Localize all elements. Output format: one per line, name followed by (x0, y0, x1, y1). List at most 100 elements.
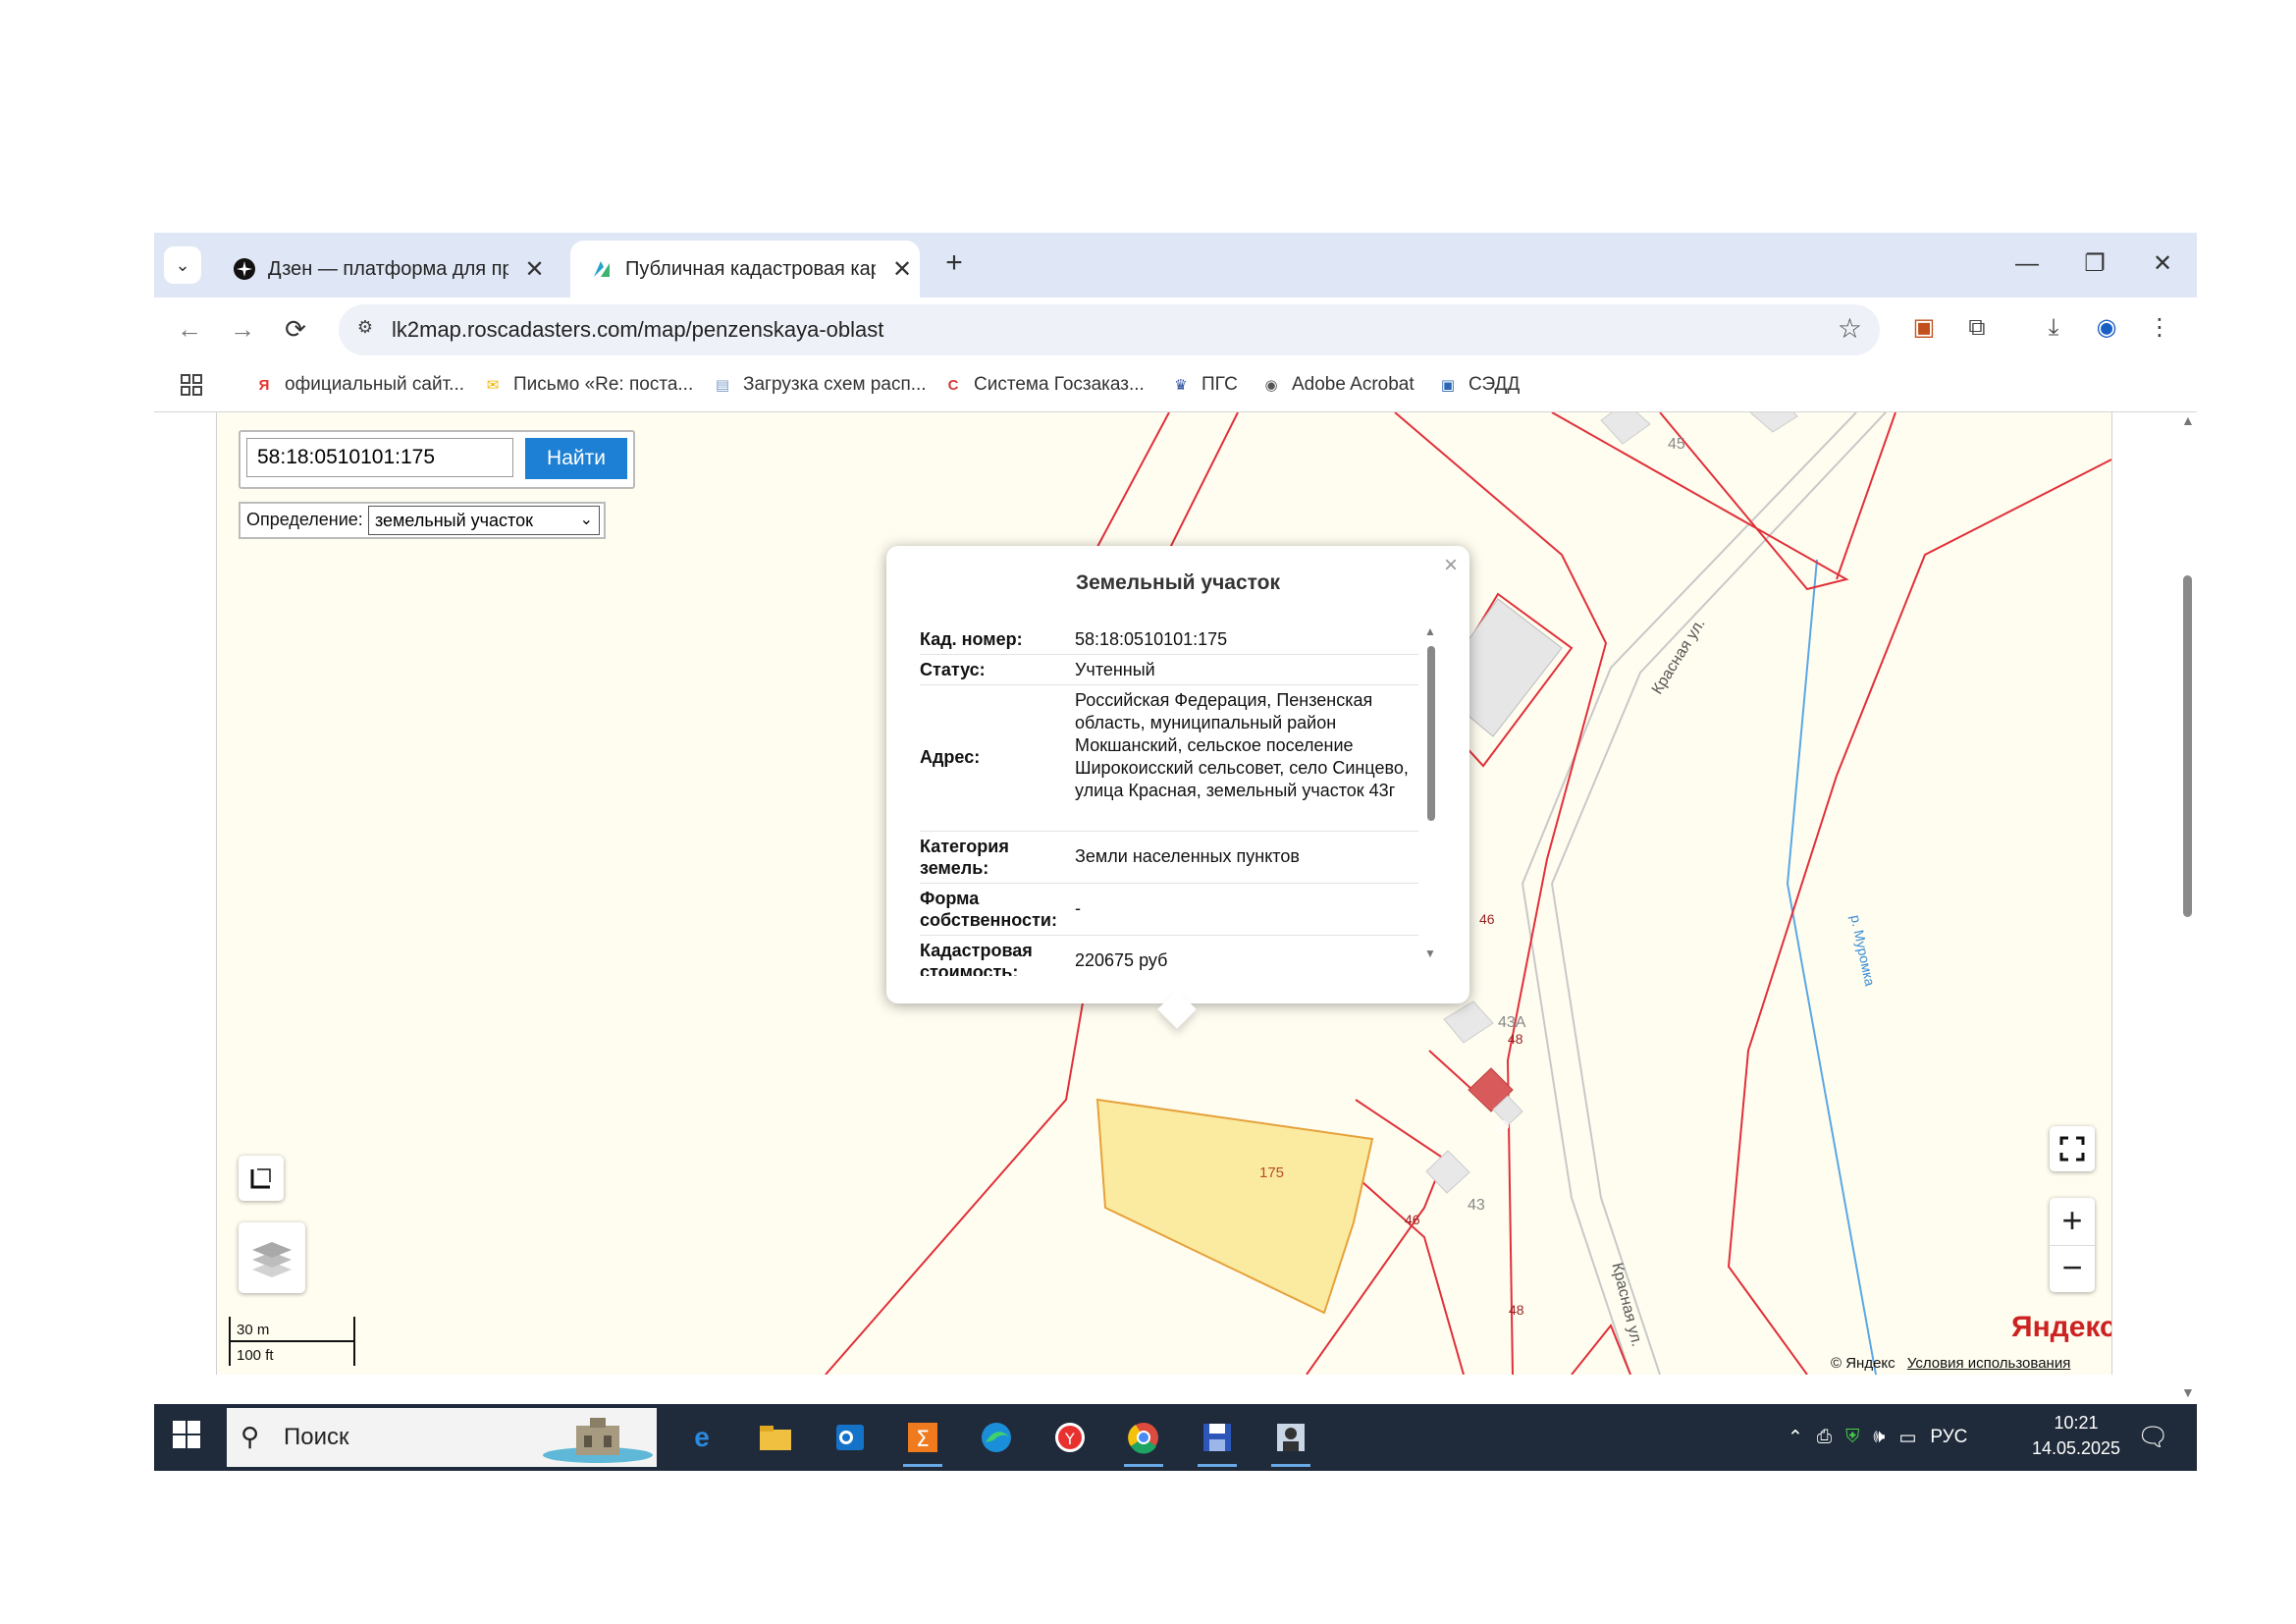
map-copyright: © Яндекс Условия использования (1831, 1355, 2070, 1372)
bookmark-item[interactable]: ◉ Adobe Acrobat (1259, 372, 1414, 398)
terms-link[interactable]: Условия использования (1907, 1355, 2071, 1372)
attribute-value: Земли населенных пунктов (1075, 846, 1300, 866)
taskbar-search[interactable]: ⚲ Поиск (227, 1408, 657, 1467)
emblem-icon: ♛ (1174, 377, 1188, 394)
popup-scroll-thumb[interactable] (1427, 646, 1435, 821)
bookmark-star-icon[interactable]: ☆ (1838, 312, 1862, 345)
bookmark-item[interactable]: ✉ Письмо «Re: поста... (481, 372, 694, 398)
bookmark-item[interactable]: C Система Госзаказ... (941, 372, 1145, 398)
yandex-icon: Я (258, 376, 270, 394)
minimize-button[interactable]: — (2007, 244, 2047, 284)
search-highlight-image (543, 1418, 653, 1463)
cadastral-map[interactable]: 175 46 43А 48 50 46 43 48 45 Красная ул.… (216, 412, 2112, 1375)
meet-now-icon[interactable]: ⎙ (1817, 1427, 1832, 1448)
svg-text:Σ: Σ (916, 1428, 930, 1452)
apps-grid-icon[interactable] (180, 372, 203, 398)
close-tab-icon[interactable]: ✕ (522, 255, 547, 284)
new-tab-button[interactable]: + (934, 246, 974, 280)
back-button[interactable]: ← (172, 311, 207, 347)
scroll-up-icon[interactable]: ▲ (2181, 412, 2195, 428)
bookmarks-bar: Я официальный сайт... ✉ Письмо «Re: пост… (154, 358, 2197, 412)
attribute-key: Форма собственности: (920, 889, 1057, 930)
house-number-label: 48 (1508, 1031, 1523, 1047)
site-settings-icon[interactable]: ⚙ (352, 317, 378, 343)
attribute-value: Российская Федерация, Пензенская область… (1075, 690, 1409, 800)
language-indicator[interactable]: РУС (1930, 1427, 1967, 1448)
definition-select[interactable]: земельный участок ⌄ (368, 506, 600, 535)
close-tab-icon[interactable]: ✕ (889, 255, 915, 284)
tab-cadastre-map[interactable]: Публичная кадастровая карта ✕ (570, 241, 920, 298)
clock[interactable]: 10:21 14.05.2025 (2029, 1410, 2123, 1461)
attribute-key: Адрес: (920, 747, 981, 767)
bookmark-item[interactable]: ▤ Загрузка схем расп... (711, 372, 927, 398)
close-window-button[interactable]: ✕ (2143, 244, 2182, 284)
attribute-row: Категория земель: Земли населенных пункт… (920, 832, 1418, 884)
ie-icon[interactable]: e (678, 1414, 725, 1461)
zoom-out-button[interactable]: − (2050, 1246, 2095, 1293)
popup-scrollbar[interactable]: ▲ ▼ (1424, 624, 1438, 964)
menu-kebab-icon[interactable]: ⋮ (2143, 311, 2176, 345)
layers-button[interactable] (239, 1222, 305, 1293)
volume-icon[interactable]: 🕪 (1873, 1427, 1885, 1448)
windows-start-icon[interactable] (168, 1420, 205, 1457)
bookmark-item[interactable]: ▣ СЭДД (1436, 372, 1520, 398)
edge-icon[interactable] (973, 1414, 1020, 1461)
bookmark-item[interactable]: ♛ ПГС (1169, 372, 1238, 398)
ruler-icon (250, 1168, 271, 1189)
page-scrollbar[interactable]: ▲ ▼ (2178, 412, 2197, 1404)
attribute-row: Форма собственности: - (920, 884, 1418, 936)
scroll-up-icon[interactable]: ▲ (1424, 624, 1436, 638)
save-disk-icon[interactable] (1194, 1414, 1241, 1467)
profile-icon[interactable]: ◉ (2090, 311, 2123, 345)
attribute-row: Кад. номер: 58:18:0510101:175 (920, 624, 1418, 655)
document-icon: ▤ (715, 377, 730, 394)
cadastral-search-input[interactable] (246, 438, 513, 477)
attribute-key: Кад. номер: (920, 629, 1023, 649)
zoom-in-button[interactable]: + (2050, 1198, 2095, 1246)
sigma-app-icon[interactable]: Σ (899, 1414, 946, 1467)
system-tray: ⌃ ⎙ ⛨ 🕪 ▭ РУС (1788, 1422, 1981, 1453)
selected-parcel (1095, 1098, 1374, 1315)
tab-title: Публичная кадастровая карта (625, 257, 876, 280)
search-panel: Найти (239, 430, 635, 489)
outlook-icon[interactable] (826, 1414, 873, 1461)
house-number-label: 48 (1509, 1302, 1524, 1318)
network-icon[interactable]: ▭ (1898, 1427, 1916, 1449)
attribute-row: Кадастровая стоимость: 220675 руб (920, 936, 1418, 976)
zoom-control: + − (2050, 1198, 2095, 1292)
restore-button[interactable]: ❐ (2075, 244, 2114, 284)
ruler-button[interactable] (239, 1156, 284, 1201)
copyright-text: © Яндекс (1831, 1355, 1896, 1372)
address-bar[interactable]: ⚙ lk2map.roscadasters.com/map/penzenskay… (339, 304, 1880, 355)
user-app-icon[interactable] (1267, 1414, 1314, 1467)
reload-button[interactable]: ⟳ (278, 311, 313, 347)
attribute-value: - (1075, 898, 1081, 918)
browser-toolbar: ← → ⟳ ⚙ lk2map.roscadasters.com/map/penz… (154, 298, 2197, 358)
notifications-icon[interactable]: 🗨 (2137, 1422, 2169, 1452)
yandex-browser-icon[interactable]: Y (1046, 1414, 1094, 1461)
extension-icon[interactable]: ▣ (1907, 311, 1941, 345)
scroll-down-icon[interactable]: ▼ (2181, 1384, 2195, 1400)
find-button[interactable]: Найти (525, 438, 627, 479)
url-text[interactable]: lk2map.roscadasters.com/map/penzenskaya-… (392, 317, 883, 343)
house-number-label: 43 (1468, 1197, 1485, 1214)
chrome-icon[interactable] (1120, 1414, 1167, 1467)
file-explorer-icon[interactable] (752, 1414, 799, 1461)
clock-date: 14.05.2025 (2031, 1438, 2121, 1458)
chevron-up-icon[interactable]: ⌃ (1788, 1427, 1803, 1449)
road (1521, 412, 1887, 1375)
fullscreen-button[interactable] (2050, 1126, 2095, 1171)
forward-button[interactable]: → (225, 311, 260, 347)
security-shield-icon[interactable]: ⛨ (1845, 1427, 1859, 1448)
tab-search-button[interactable]: ⌄ (164, 246, 201, 284)
house-number-label: 46 (1479, 911, 1495, 927)
extensions-puzzle-icon[interactable]: ⧉ (1960, 311, 1994, 345)
scroll-down-icon[interactable]: ▼ (1424, 947, 1436, 960)
bookmark-item[interactable]: Я официальный сайт... (252, 372, 464, 398)
download-icon[interactable]: ⤓ (2037, 311, 2070, 345)
clock-time: 10:21 (2054, 1413, 2099, 1433)
definition-selected-value: земельный участок (375, 511, 533, 530)
tab-dzen[interactable]: Дзен — платформа для просмотра ✕ (213, 241, 547, 298)
page-scroll-thumb[interactable] (2183, 575, 2192, 917)
popup-title: Земельный участок (1076, 571, 1280, 594)
